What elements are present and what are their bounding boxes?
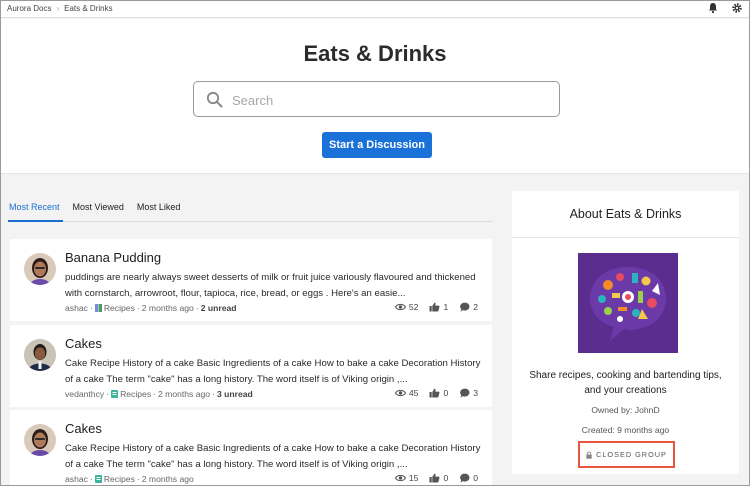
likes-count: 1 <box>443 302 449 312</box>
replies-stat: 2 <box>459 302 478 312</box>
top-bar: Aurora Docs › Eats & Drinks <box>1 1 749 18</box>
top-icons <box>707 2 743 14</box>
views-stat: 15 <box>394 473 419 483</box>
closed-group-badge: CLOSED GROUP <box>578 441 675 468</box>
avatar[interactable] <box>24 253 56 285</box>
views-stat: 52 <box>394 302 419 312</box>
sort-tabs: Most Recent Most Viewed Most Liked <box>9 202 193 219</box>
eye-icon <box>394 474 406 482</box>
meta-separator: · <box>136 474 140 484</box>
likes-stat[interactable]: 1 <box>429 302 448 312</box>
thumbs-up-icon <box>429 473 440 483</box>
replies-count: 2 <box>473 302 478 312</box>
avatar[interactable] <box>24 424 56 456</box>
views-count: 15 <box>408 473 419 483</box>
sidebar-divider <box>512 237 739 238</box>
board-icon <box>94 304 102 312</box>
comment-icon <box>460 388 470 398</box>
post-board[interactable]: Recipes <box>104 303 135 313</box>
post-time: 2 months ago <box>141 303 194 313</box>
post-stats: 45 0 3 <box>394 388 478 398</box>
bell-icon[interactable] <box>707 2 719 14</box>
replies-count: 3 <box>473 388 478 398</box>
closed-group-label: CLOSED GROUP <box>596 450 667 459</box>
post-title[interactable]: Cakes <box>65 421 102 436</box>
post-title[interactable]: Cakes <box>65 336 102 351</box>
post-stats: 15 0 0 <box>394 473 478 483</box>
breadcrumb-current[interactable]: Eats & Drinks <box>64 4 112 13</box>
page-title: Eats & Drinks <box>303 41 447 66</box>
comment-icon <box>460 473 470 483</box>
breadcrumb-home[interactable]: Aurora Docs <box>7 4 51 13</box>
post-author[interactable]: ashac <box>65 303 88 313</box>
app-frame: Aurora Docs › Eats & Drinks Eats & Drink… <box>0 0 750 486</box>
search-input[interactable] <box>232 89 542 111</box>
likes-stat[interactable]: 0 <box>429 388 448 398</box>
meta-separator: · <box>89 303 93 313</box>
eye-icon <box>394 389 406 397</box>
breadcrumb: Aurora Docs › Eats & Drinks <box>7 4 113 13</box>
post-excerpt: puddings are nearly always sweet dessert… <box>65 272 476 299</box>
meta-separator: · <box>89 474 93 484</box>
search-icon <box>206 91 223 108</box>
post-time: 2 months ago <box>141 474 194 484</box>
views-count: 52 <box>408 302 419 312</box>
hero-section: Eats & Drinks Start a Discussion <box>1 19 749 174</box>
post-stats: 52 1 2 <box>394 302 478 312</box>
lock-icon <box>586 451 592 459</box>
tab-most-recent[interactable]: Most Recent <box>9 202 60 219</box>
sidebar-title: About Eats & Drinks <box>569 207 682 221</box>
post-card[interactable]: Cakes Cake Recipe History of a cake Basi… <box>10 325 492 407</box>
post-title[interactable]: Banana Pudding <box>65 250 161 265</box>
post-author[interactable]: vedanthcy <box>65 389 104 399</box>
eye-icon <box>394 303 406 311</box>
meta-separator: · <box>136 303 140 313</box>
meta-separator: · <box>195 303 199 313</box>
post-card[interactable]: Banana Pudding puddings are nearly alway… <box>10 239 492 321</box>
likes-count: 0 <box>443 473 449 483</box>
replies-stat: 0 <box>459 473 478 483</box>
post-meta: ashac · Recipes · 2 months ago <box>65 474 194 484</box>
group-owner: Owned by: JohnD <box>591 405 660 415</box>
post-board[interactable]: Recipes <box>120 389 151 399</box>
active-tab-indicator <box>8 220 63 222</box>
unread-count: 3 unread <box>216 389 253 399</box>
post-meta: ashac · Recipes · 2 months ago · 2 unrea… <box>65 303 237 313</box>
post-card[interactable]: Cakes Cake Recipe History of a cake Basi… <box>10 410 492 485</box>
about-sidebar: About Eats & Drinks Share recipes, cooki… <box>512 191 739 474</box>
board-icon <box>94 475 102 483</box>
avatar[interactable] <box>24 339 56 371</box>
meta-separator: · <box>106 389 110 399</box>
post-excerpt: Cake Recipe History of a cake Basic Ingr… <box>65 443 481 470</box>
replies-stat: 3 <box>459 388 478 398</box>
post-meta: vedanthcy · Recipes · 2 months ago · 3 u… <box>65 389 253 399</box>
tabs-divider <box>8 221 493 222</box>
views-count: 45 <box>408 388 419 398</box>
meta-separator: · <box>212 389 215 399</box>
comment-icon <box>460 302 470 312</box>
likes-stat[interactable]: 0 <box>429 473 448 483</box>
likes-count: 0 <box>443 388 449 398</box>
replies-count: 0 <box>473 473 478 483</box>
post-time: 2 months ago <box>158 389 211 399</box>
gear-icon[interactable] <box>731 2 743 14</box>
board-icon <box>111 390 119 398</box>
group-created: Created: 9 months ago <box>581 425 670 435</box>
views-stat: 45 <box>394 388 419 398</box>
meta-separator: · <box>153 389 156 399</box>
thumbs-up-icon <box>429 302 440 312</box>
tab-most-liked[interactable]: Most Liked <box>137 202 181 219</box>
start-discussion-button[interactable]: Start a Discussion <box>322 132 432 158</box>
post-excerpt: Cake Recipe History of a cake Basic Ingr… <box>65 358 481 385</box>
group-image <box>578 253 678 353</box>
chevron-right-icon: › <box>56 4 60 13</box>
post-author[interactable]: ashac <box>65 474 88 484</box>
unread-count: 2 unread <box>200 303 237 313</box>
group-description: Share recipes, cooking and bartending ti… <box>529 370 722 396</box>
post-board[interactable]: Recipes <box>104 474 135 484</box>
tab-most-viewed[interactable]: Most Viewed <box>73 202 124 219</box>
thumbs-up-icon <box>429 388 440 398</box>
search-box[interactable] <box>193 81 560 117</box>
